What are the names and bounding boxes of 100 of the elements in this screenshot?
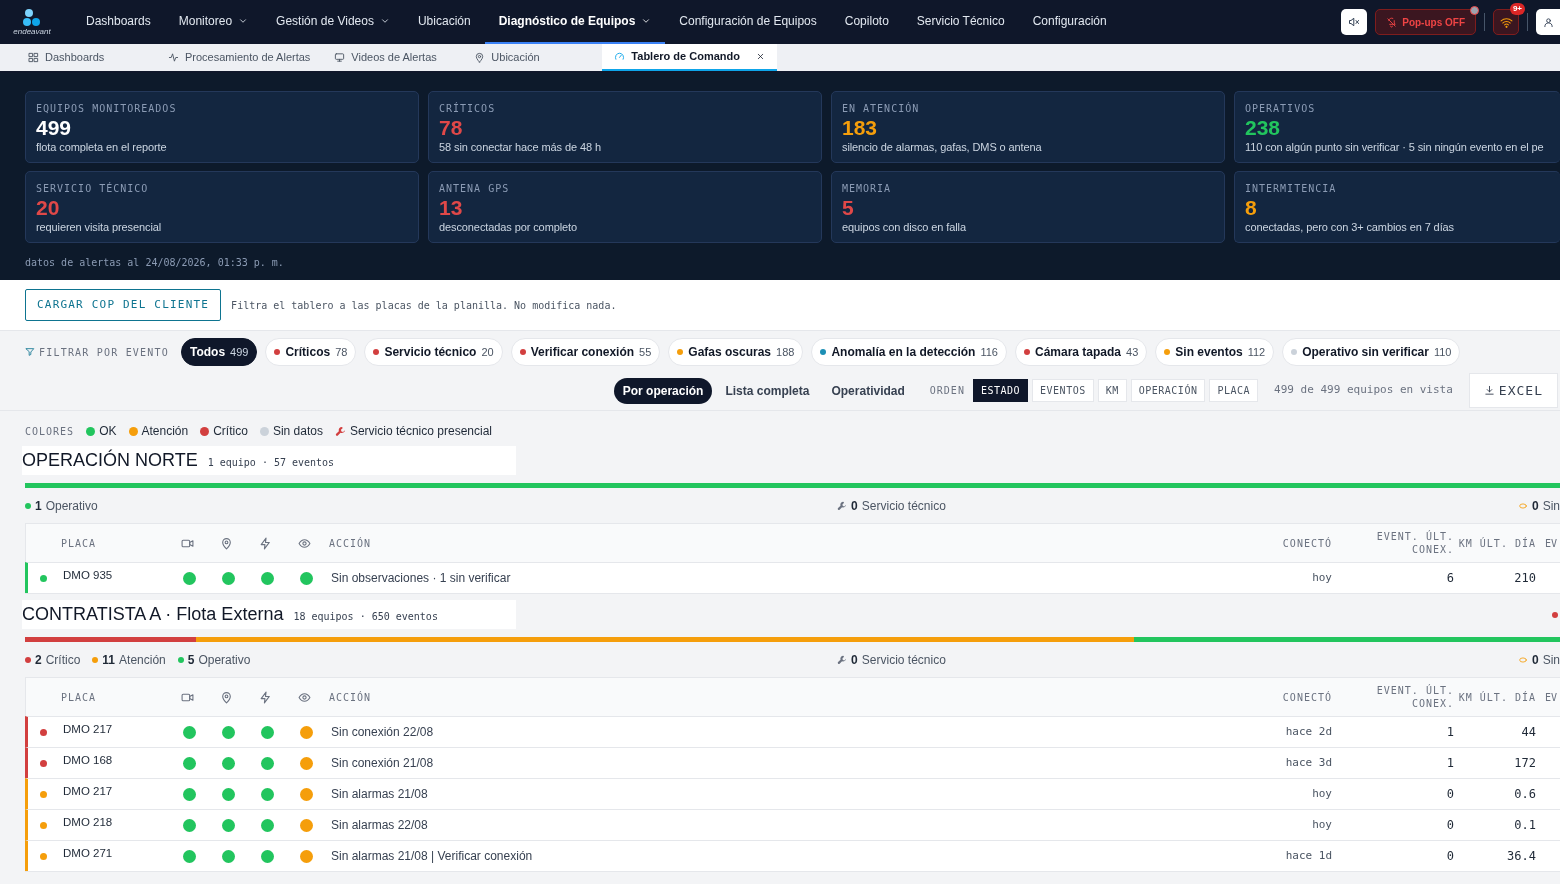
stat-value: 5 (842, 196, 855, 220)
count-text: 499 de 499 equipos en vista (1274, 382, 1453, 399)
sort-button[interactable]: ESTADO (972, 379, 1029, 402)
action-cell-text: Sin alarmas 22/08 (330, 817, 429, 834)
wrench-icon (837, 500, 848, 511)
connection-button[interactable] (1493, 9, 1519, 35)
pulse-icon (168, 52, 179, 63)
plate-cell-text: DMO 218 (63, 815, 114, 830)
filter-chip[interactable]: Sin eventos 112 (1155, 338, 1275, 366)
download-icon (1483, 385, 1495, 396)
tab[interactable]: Dashboards (16, 44, 156, 71)
stat-note: conectadas, pero con 3+ cambios en 7 días (1245, 220, 1455, 236)
filter-chip[interactable]: Operativo sin verificar 110 (1282, 338, 1461, 366)
sort-button[interactable]: OPERACIÓN (1130, 379, 1206, 402)
tab[interactable]: Procesamiento de Alertas (156, 44, 323, 71)
nav-item[interactable]: Ubicación (403, 0, 485, 44)
sort-button[interactable]: PLACA (1209, 379, 1259, 402)
user-button[interactable] (1536, 9, 1560, 35)
events-cell-text: 1 (1445, 724, 1454, 741)
action-cell-text: Sin alarmas 21/08 (330, 786, 429, 803)
gauge-icon (614, 51, 626, 62)
video-camera-icon (181, 537, 194, 550)
column-header: KM ÚLT. DÍA (1457, 536, 1536, 551)
filter-chip[interactable]: Gafas oscuras 188 (668, 338, 804, 366)
stat-value: 78 (439, 116, 464, 140)
stat-value: 238 (1245, 116, 1282, 140)
nav-item[interactable]: Monitoreo (164, 0, 263, 44)
km-cell-text: 36.4 (1506, 848, 1536, 865)
stat-value: 20 (36, 196, 61, 220)
plate-cell-text: DMO 217 (63, 722, 114, 737)
legend-text: OK (99, 423, 117, 440)
mute-icon (1348, 16, 1361, 28)
view-toggle[interactable]: Por operación (613, 377, 713, 404)
stat-value: 183 (842, 116, 879, 140)
wrench-icon (837, 654, 848, 665)
nav-item[interactable]: Configuración de Equipos (665, 0, 831, 44)
nav-item[interactable]: Servicio Técnico (902, 0, 1019, 44)
column-header: ACCIÓN (328, 536, 373, 551)
mute-button[interactable] (1341, 9, 1368, 35)
filter-chip[interactable]: Todos 499 (181, 338, 258, 366)
stat-value: 13 (439, 196, 464, 220)
notification-badge: 9+ (1509, 3, 1525, 15)
filter-chip[interactable]: Críticos 78 (265, 338, 357, 366)
upload-button[interactable]: CARGAR COP DEL CLIENTE (25, 288, 222, 322)
filter-chip[interactable]: Cámara tapada 43 (1015, 338, 1148, 366)
stat-label: SERVICIO TÉCNICO (36, 181, 150, 196)
excel-button[interactable]: EXCEL (1468, 372, 1558, 409)
order-label: ORDEN (929, 384, 965, 398)
plate-cell-text: DMO 935 (63, 568, 114, 583)
monitor-icon (334, 52, 346, 63)
nav-item[interactable]: Gestión de Videos (262, 0, 404, 44)
sort-button[interactable]: EVENTOS (1032, 379, 1094, 402)
column-header: ACCIÓN (328, 690, 373, 705)
nav-item[interactable]: Copiloto (830, 0, 903, 44)
timestamp: datos de alertas al 24/08/2026, 01:33 p. m. (25, 256, 285, 270)
close-icon[interactable] (755, 52, 765, 61)
filter-chip[interactable]: Anomalía en la detección 116 (811, 338, 1007, 366)
legend-text: Servicio técnico presencial (349, 423, 492, 440)
column-header: EVENT. ÚLT. CONEX. (1375, 684, 1454, 710)
action-cell-text: Sin observaciones · 1 sin verificar (330, 570, 512, 587)
stat-note: silencio de alarmas, gafas, DMS o antena (842, 140, 1043, 156)
action-cell-text: Sin conexión 21/08 (330, 755, 435, 772)
ring-icon (1517, 654, 1528, 665)
plate-cell-text: DMO 217 (63, 784, 114, 799)
count-value: 11 (102, 651, 116, 669)
km-cell-text: 0.1 (1513, 817, 1536, 834)
popups-button[interactable]: Pop-ups OFF (1375, 9, 1476, 35)
filter-chip[interactable]: Servicio técnico 20 (364, 338, 503, 366)
group-title: CONTRATISTA A · Flota Externa (22, 603, 284, 626)
eye-icon (298, 537, 311, 550)
count-label: Servicio técnico (861, 497, 946, 515)
connected-cell-text: hoy (1311, 785, 1332, 802)
count-value: 0 (851, 497, 858, 515)
stat-note: equipos con disco en falla (842, 220, 967, 236)
stat-note: flota completa en el reporte (36, 140, 168, 156)
filter-chip[interactable]: Verificar conexión 55 (510, 338, 661, 366)
count-value: 0 (1531, 651, 1539, 669)
legend-text: Atención (141, 423, 189, 440)
tab[interactable]: Videos de Alertas (322, 44, 463, 71)
stat-value: 8 (1245, 196, 1258, 220)
km-cell-text: 44 (1520, 724, 1536, 741)
stat-label: ANTENA GPS (439, 182, 511, 196)
stat-label: MEMORIA (842, 182, 893, 196)
tab[interactable]: Tablero de Comando (602, 44, 777, 71)
bolt-icon (259, 691, 272, 704)
sort-button[interactable]: KM (1097, 379, 1127, 402)
view-toggle[interactable]: Lista completa (716, 377, 819, 404)
grid-icon (28, 52, 39, 63)
nav-item[interactable]: Configuración (1018, 0, 1121, 44)
count-value: 2 (35, 651, 42, 669)
column-header: EV (1544, 536, 1559, 551)
column-header: PLACA (61, 690, 98, 705)
nav-item[interactable]: Dashboards (72, 0, 165, 44)
count-value: 0 (851, 651, 858, 669)
count-label: Operativo (198, 651, 251, 669)
group-summary: 18 equipos · 650 eventos (293, 610, 438, 624)
brand-name: endeavant (13, 28, 51, 36)
column-header: EVENT. ÚLT. CONEX. (1375, 530, 1454, 556)
view-toggle[interactable]: Operatividad (822, 377, 914, 404)
tab[interactable]: Ubicación (462, 44, 603, 71)
